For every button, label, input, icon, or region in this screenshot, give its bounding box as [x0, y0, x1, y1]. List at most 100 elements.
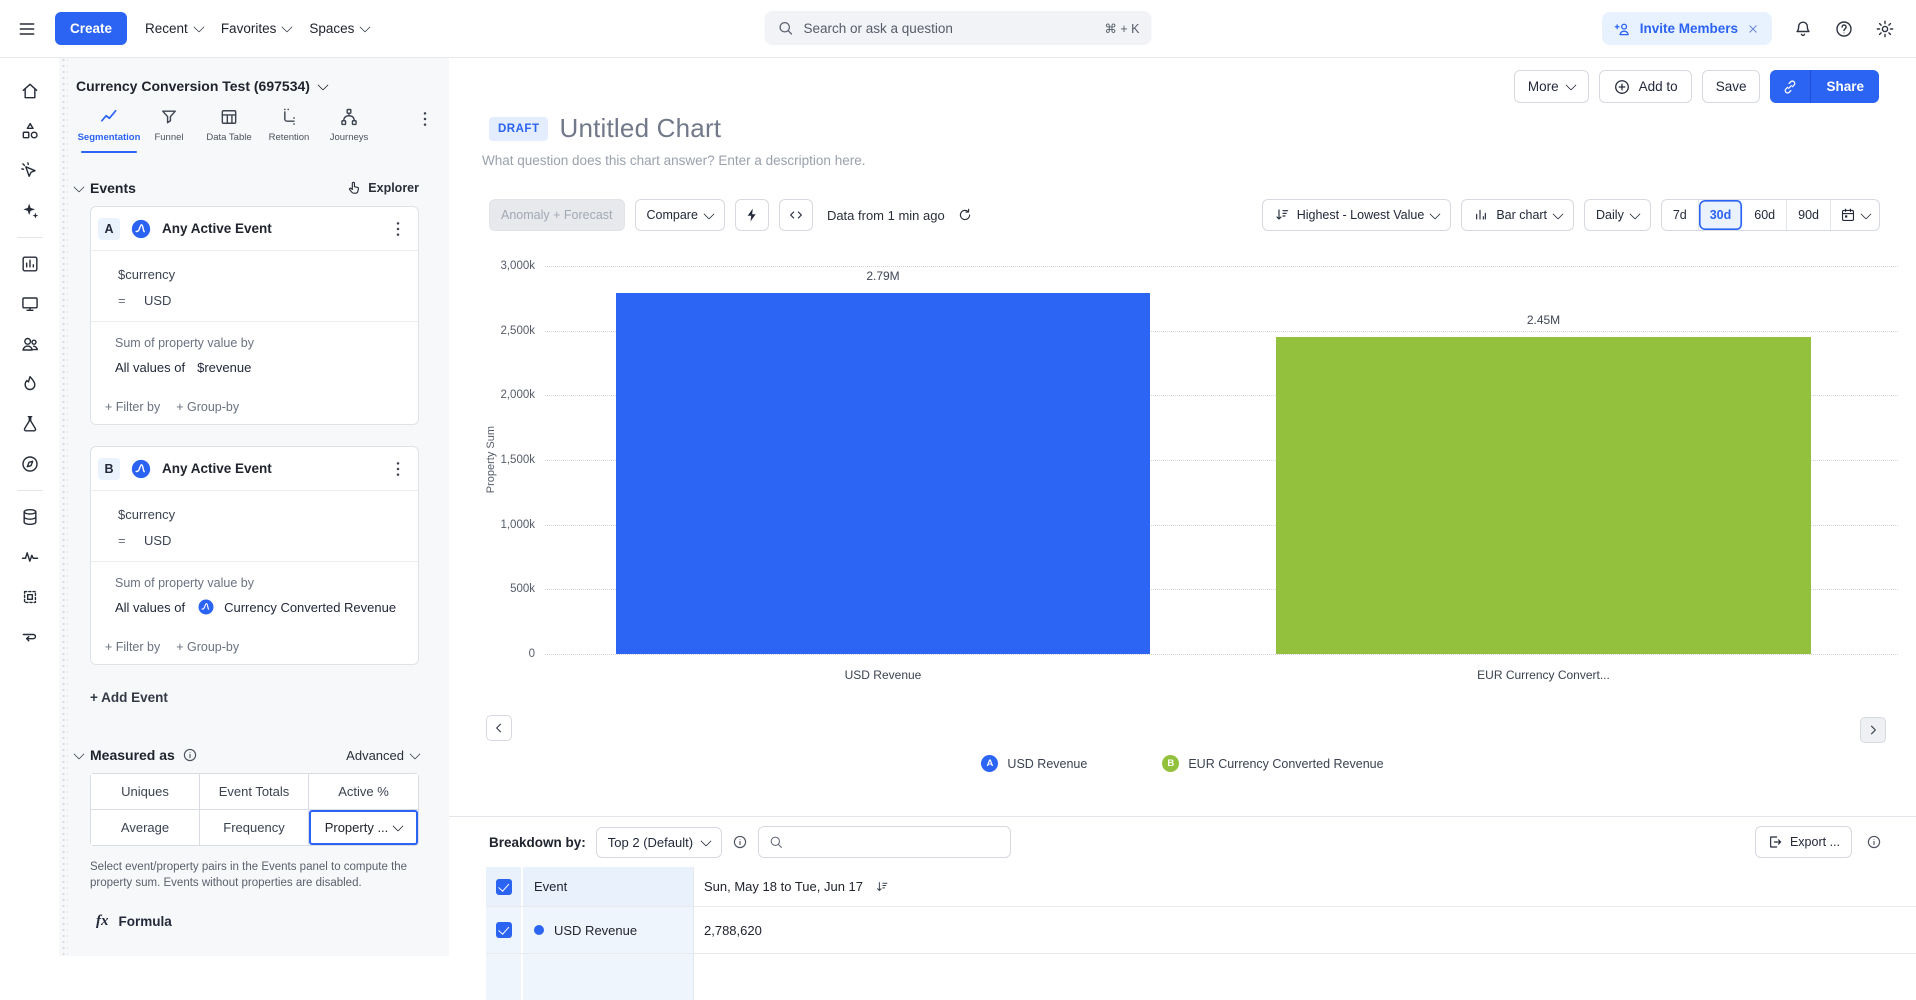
- breakdown-search-input[interactable]: [792, 834, 1001, 851]
- measure-value[interactable]: All values ofCurrency Converted Revenue: [115, 595, 406, 619]
- range-90d[interactable]: 90d: [1787, 200, 1831, 230]
- legend-item[interactable]: AUSD Revenue: [981, 755, 1087, 772]
- range-30d[interactable]: 30d: [1699, 200, 1744, 230]
- legend-item[interactable]: BEUR Currency Converted Revenue: [1162, 755, 1383, 772]
- tab-journeys[interactable]: Journeys: [319, 107, 379, 153]
- breakdown-info-icon[interactable]: [732, 834, 748, 850]
- group-by-button[interactable]: + Group-by: [176, 400, 239, 414]
- prev-page-button[interactable]: [486, 715, 512, 741]
- measure-option-active-%[interactable]: Active %: [309, 774, 418, 810]
- create-button[interactable]: Create: [55, 12, 127, 45]
- nav-charts-button[interactable]: [10, 244, 50, 284]
- event-filter-block: $currency=USD: [91, 491, 418, 562]
- chart-description-input[interactable]: What question does this chart answer? En…: [482, 153, 865, 168]
- column-header-daterange[interactable]: Sun, May 18 to Tue, Jun 17: [694, 867, 1916, 906]
- event-name-cell[interactable]: USD Revenue: [523, 907, 694, 953]
- nav-objects-button[interactable]: [10, 111, 50, 151]
- measure-option-event-totals[interactable]: Event Totals: [200, 774, 309, 810]
- hamburger-menu-icon[interactable]: [17, 19, 37, 39]
- breakdown-search[interactable]: [758, 826, 1011, 858]
- sort-select[interactable]: Highest - Lowest Value: [1262, 199, 1452, 231]
- measure-option-uniques[interactable]: Uniques: [91, 774, 200, 810]
- chart-type-select[interactable]: Bar chart: [1461, 199, 1574, 231]
- tab-data-table[interactable]: Data Table: [199, 107, 259, 153]
- measure-option-frequency[interactable]: Frequency: [200, 810, 309, 845]
- nav-home-button[interactable]: [10, 71, 50, 111]
- project-switcher[interactable]: Currency Conversion Test (697534): [76, 78, 433, 94]
- save-button[interactable]: Save: [1702, 70, 1761, 103]
- table-info-icon[interactable]: [1866, 834, 1882, 850]
- event-card-header[interactable]: BAny Active Event: [91, 447, 418, 491]
- event-options-button[interactable]: [388, 219, 408, 239]
- embed-code-button[interactable]: [779, 199, 813, 231]
- breakdown-top-select[interactable]: Top 2 (Default): [596, 827, 722, 858]
- tab-funnel[interactable]: Funnel: [139, 107, 199, 153]
- dismiss-invite-icon[interactable]: [1746, 22, 1760, 36]
- filter-property[interactable]: $currency: [118, 261, 406, 287]
- date-picker-button[interactable]: [1831, 200, 1879, 230]
- global-search-input[interactable]: Search or ask a question ⌘ + K: [765, 11, 1152, 45]
- event-options-button[interactable]: [388, 459, 408, 479]
- measure-option-property-[interactable]: Property ...: [309, 810, 418, 845]
- gear-icon[interactable]: [1875, 19, 1895, 39]
- filter-property[interactable]: $currency: [118, 501, 406, 527]
- filter-by-button[interactable]: + Filter by: [105, 400, 160, 414]
- copy-link-button[interactable]: [1770, 70, 1811, 103]
- event-card-footer: + Filter by + Group-by: [91, 390, 418, 424]
- filter-condition[interactable]: =USD: [118, 287, 406, 313]
- add-event-button[interactable]: + Add Event: [90, 690, 449, 705]
- nav-session-replay-button[interactable]: [10, 577, 50, 617]
- export-icon: [1767, 834, 1783, 850]
- bar-1[interactable]: [616, 293, 1150, 654]
- range-60d[interactable]: 60d: [1743, 200, 1787, 230]
- select-all-checkbox[interactable]: [496, 879, 512, 895]
- granularity-select[interactable]: Daily: [1584, 199, 1651, 231]
- nav-dashboards-button[interactable]: [10, 284, 50, 324]
- measure-value[interactable]: All values of$revenue: [115, 355, 406, 379]
- bell-icon[interactable]: [1793, 19, 1813, 39]
- info-icon[interactable]: [182, 747, 198, 763]
- panel-resize-handle[interactable]: [61, 57, 68, 956]
- range-7d[interactable]: 7d: [1662, 200, 1699, 230]
- tab-retention[interactable]: Retention: [259, 107, 319, 153]
- collapse-chevron-icon[interactable]: [73, 748, 84, 759]
- filter-condition[interactable]: =USD: [118, 527, 406, 553]
- nav-actions-button[interactable]: [10, 151, 50, 191]
- nav-activation-button[interactable]: [10, 364, 50, 404]
- export-button[interactable]: Export ...: [1755, 826, 1852, 858]
- more-button[interactable]: More: [1514, 70, 1589, 103]
- row-checkbox[interactable]: [496, 922, 512, 938]
- add-to-button[interactable]: Add to: [1599, 70, 1692, 103]
- collapse-chevron-icon[interactable]: [73, 181, 84, 192]
- quick-insights-button[interactable]: [735, 199, 769, 231]
- chart-title[interactable]: Untitled Chart: [559, 113, 721, 144]
- favorites-menu[interactable]: Favorites: [221, 21, 292, 36]
- formula-button[interactable]: fx Formula: [96, 913, 449, 930]
- column-header-event[interactable]: Event: [523, 867, 694, 906]
- nav-discover-button[interactable]: [10, 444, 50, 484]
- compare-button[interactable]: Compare: [635, 199, 725, 231]
- event-card-header[interactable]: AAny Active Event: [91, 207, 418, 251]
- advanced-toggle[interactable]: Advanced: [346, 748, 419, 763]
- share-button[interactable]: Share: [1811, 70, 1879, 103]
- measure-option-average[interactable]: Average: [91, 810, 200, 845]
- bar-2[interactable]: [1276, 337, 1811, 654]
- tab-segmentation[interactable]: Segmentation: [79, 107, 139, 153]
- tabs-overflow-button[interactable]: [415, 109, 435, 129]
- help-icon[interactable]: [1834, 19, 1854, 39]
- nav-flows-button[interactable]: [10, 617, 50, 657]
- nav-ai-button[interactable]: [10, 191, 50, 231]
- nav-data-button[interactable]: [10, 497, 50, 537]
- nav-experiments-button[interactable]: [10, 404, 50, 444]
- nav-signals-button[interactable]: [10, 537, 50, 577]
- explorer-button[interactable]: Explorer: [346, 180, 419, 196]
- refresh-icon[interactable]: [957, 207, 973, 223]
- spaces-menu[interactable]: Spaces: [309, 21, 369, 36]
- rail-divider: [17, 490, 43, 491]
- invite-members-button[interactable]: Invite Members: [1602, 12, 1772, 45]
- filter-by-button[interactable]: + Filter by: [105, 640, 160, 654]
- group-by-button[interactable]: + Group-by: [176, 640, 239, 654]
- nav-audiences-button[interactable]: [10, 324, 50, 364]
- recent-menu[interactable]: Recent: [145, 21, 203, 36]
- next-page-button[interactable]: [1860, 717, 1886, 743]
